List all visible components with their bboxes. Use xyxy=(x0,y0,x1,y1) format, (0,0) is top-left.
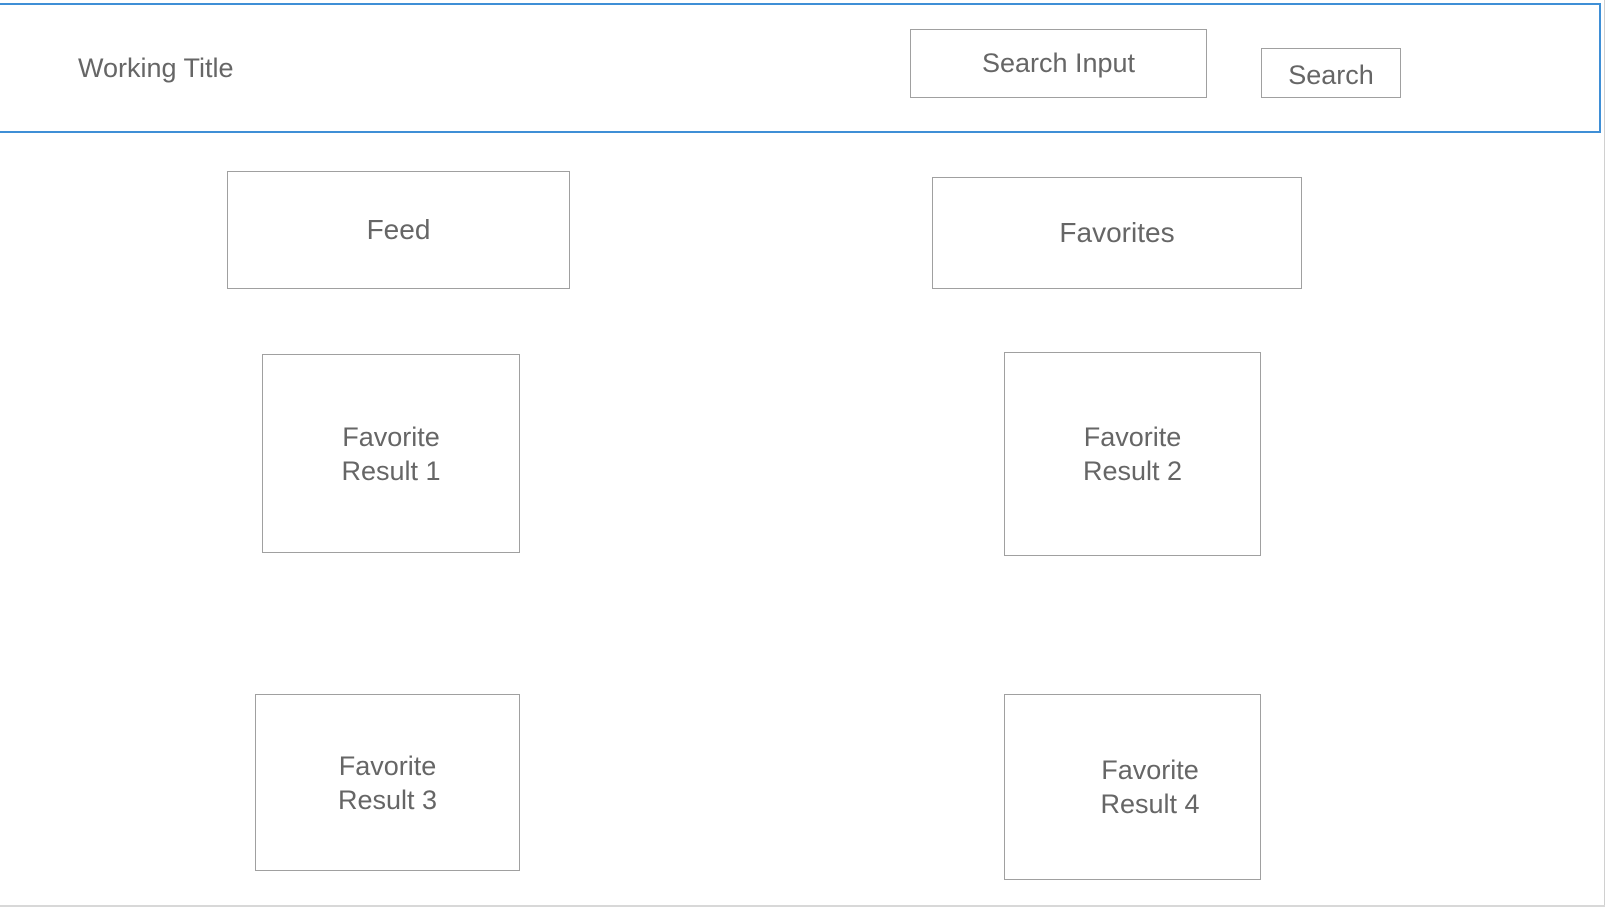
favorite-result-4-line2: Result 4 xyxy=(1100,789,1200,819)
favorite-result-3-line2: Result 3 xyxy=(337,784,438,815)
favorite-result-3-line1: Favorite xyxy=(338,750,437,781)
favorite-result-2-line2: Result 2 xyxy=(1082,456,1183,486)
feed-button[interactable]: Feed xyxy=(227,171,570,289)
favorite-result-3-card[interactable]: Favorite Result 3 xyxy=(255,694,520,871)
favorite-result-1-line1: Favorite xyxy=(342,421,440,452)
favorite-result-1-label: Favorite Result 1 xyxy=(341,420,440,488)
favorites-button[interactable]: Favorites xyxy=(932,177,1302,289)
search-button[interactable]: Search xyxy=(1261,48,1401,98)
favorite-result-2-label: Favorite Result 2 xyxy=(1083,420,1182,488)
favorite-result-2-line1: Favorite xyxy=(1083,422,1182,452)
right-edge-divider xyxy=(1604,0,1605,906)
app-title: Working Title xyxy=(78,53,234,83)
bottom-edge-divider xyxy=(0,905,1605,907)
favorite-result-1-line2: Result 1 xyxy=(341,455,441,486)
wireframe-canvas: Working Title Search Input Search Feed F… xyxy=(0,0,1608,910)
favorite-result-4-label: Favorite Result 4 xyxy=(1065,753,1199,821)
favorite-result-2-card[interactable]: Favorite Result 2 xyxy=(1004,352,1261,556)
favorite-result-1-card[interactable]: Favorite Result 1 xyxy=(262,354,520,553)
search-input[interactable]: Search Input xyxy=(910,29,1207,98)
favorite-result-4-card[interactable]: Favorite Result 4 xyxy=(1004,694,1261,880)
favorite-result-3-label: Favorite Result 3 xyxy=(338,749,437,817)
favorite-result-4-line1: Favorite xyxy=(1101,755,1199,785)
